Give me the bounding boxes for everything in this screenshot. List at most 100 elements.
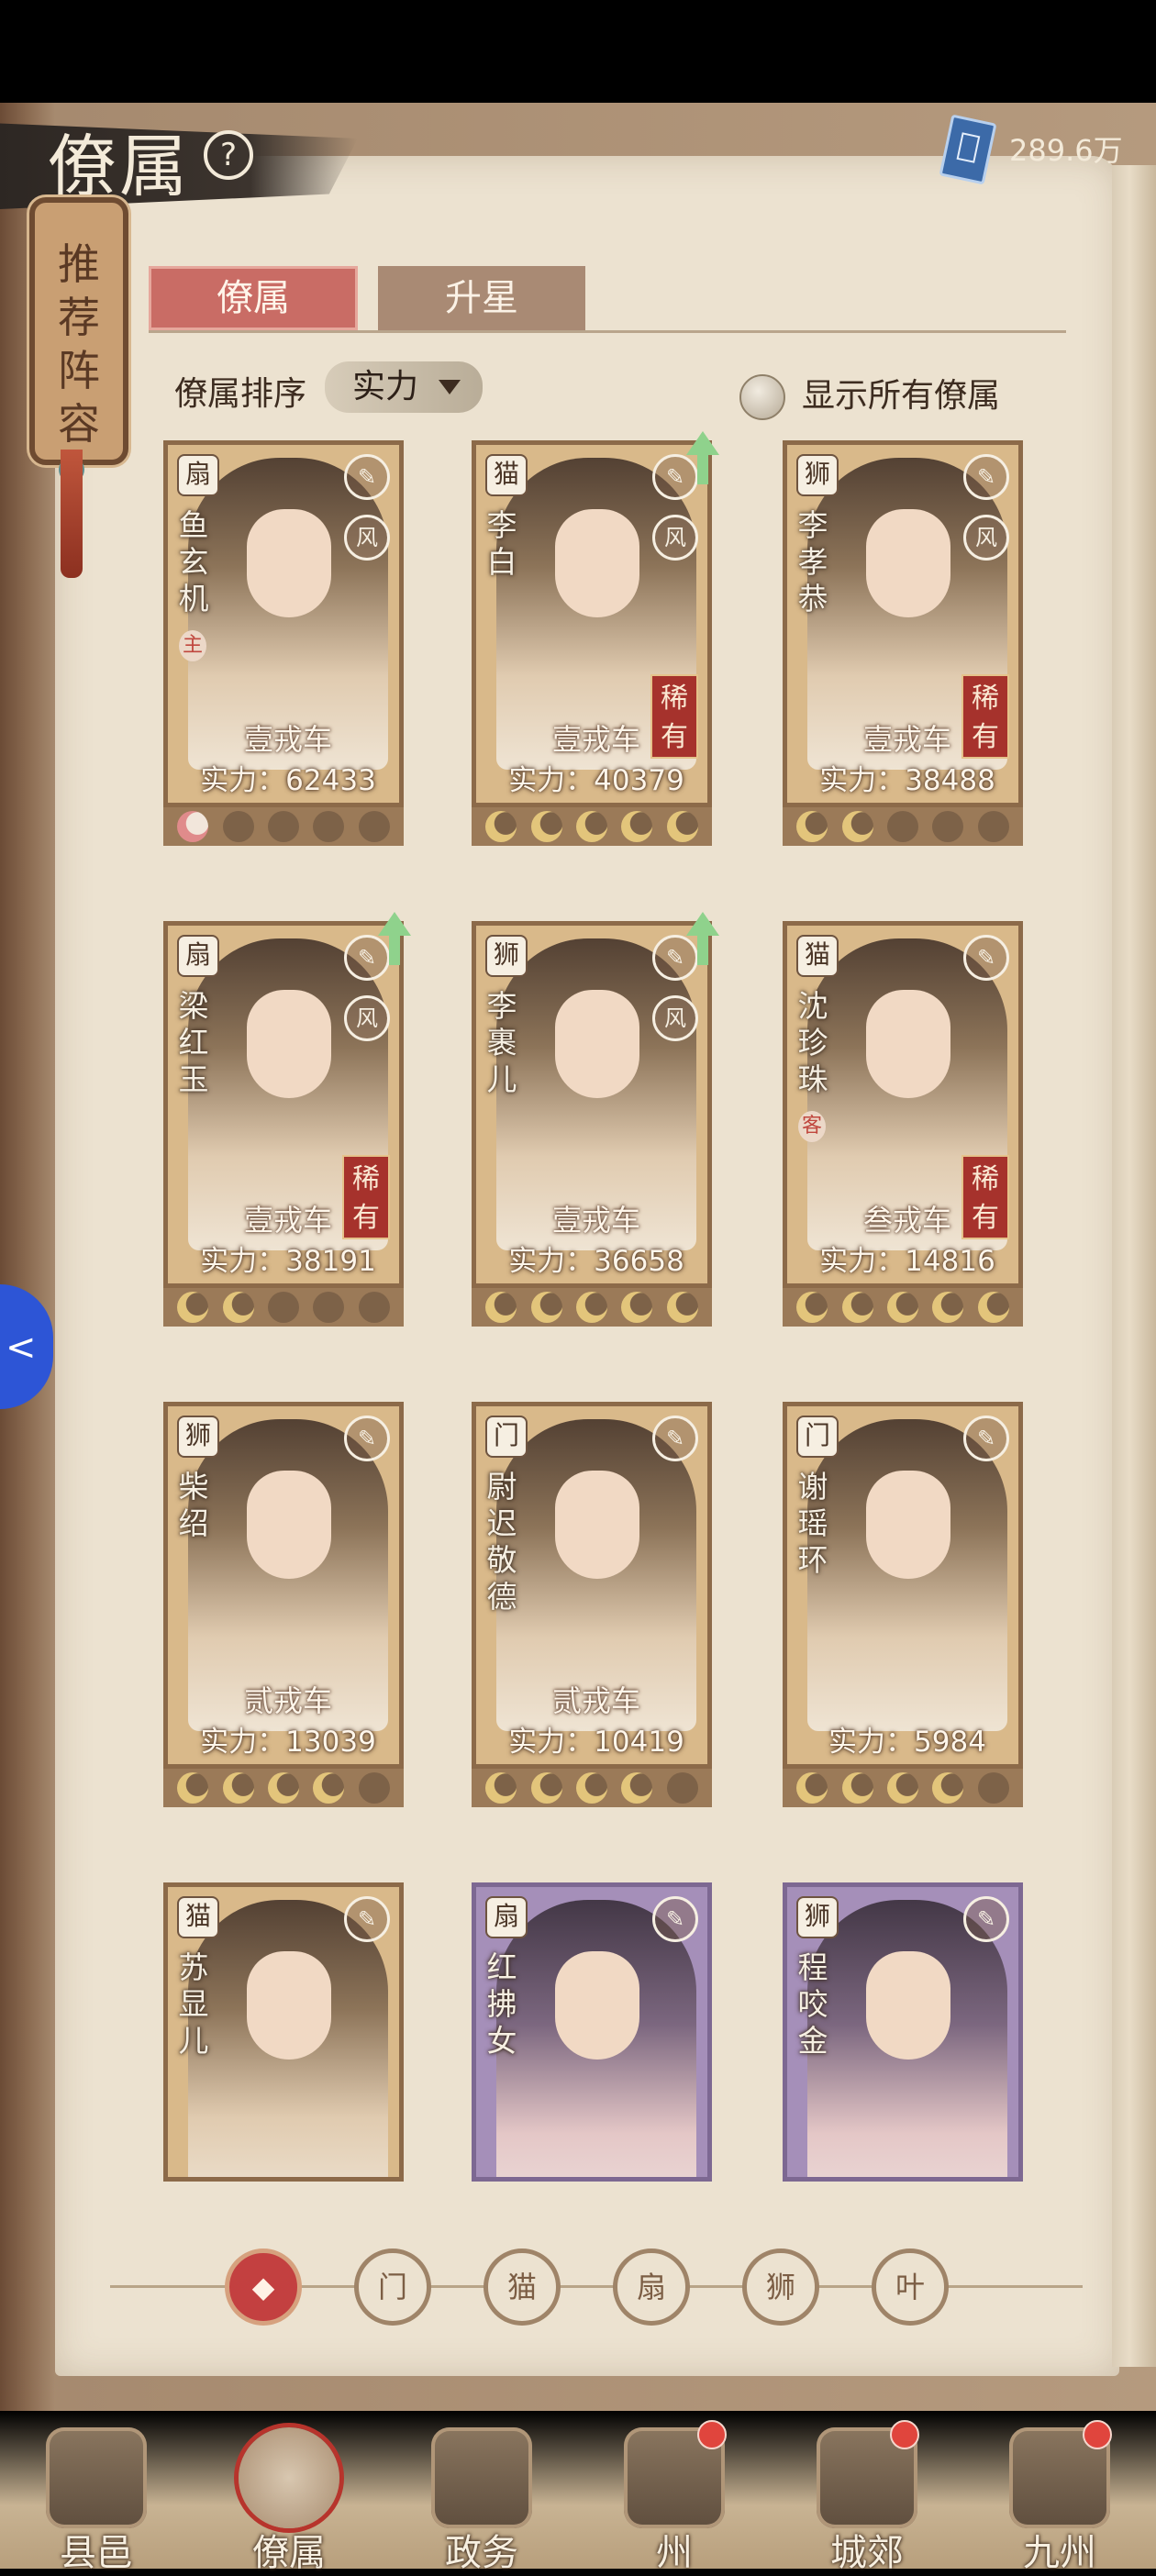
- nav-item[interactable]: 城郊: [789, 2418, 945, 2574]
- star-lit-icon: [575, 1772, 607, 1804]
- card-power: 实力：36658: [508, 1245, 684, 1278]
- star-lit-icon: [575, 1292, 607, 1323]
- leaf-filter[interactable]: 叶: [872, 2248, 949, 2326]
- recommended-lineup-banner[interactable]: 推荐阵容: [29, 197, 128, 465]
- card-power: 实力：14816: [819, 1245, 995, 1278]
- star-lit-icon: [841, 1292, 873, 1323]
- wind-element-icon: 风: [344, 515, 390, 561]
- star-lit-icon: [222, 1292, 254, 1323]
- star-lit-icon: [932, 1292, 964, 1323]
- nav-item[interactable]: 僚属: [211, 2418, 367, 2574]
- wind-element-icon: 风: [652, 995, 698, 1041]
- upgrade-arrow-icon: [378, 912, 411, 965]
- card-name: 鱼玄机: [178, 507, 209, 616]
- card-frame: 扇 ✎ 红拂女: [472, 1882, 712, 2182]
- weapon-icon: ✎: [963, 1416, 1009, 1461]
- wind-element-icon: 风: [344, 995, 390, 1041]
- nav-item[interactable]: 州: [596, 2418, 752, 2574]
- tab-officials[interactable]: 僚属: [149, 266, 358, 330]
- lion-icon: 狮: [796, 1896, 839, 1938]
- star-lit-icon: [485, 1292, 517, 1323]
- star-empty-icon: [358, 1772, 390, 1804]
- fan-icon: 扇: [177, 454, 219, 496]
- sort-label: 僚属排序: [174, 375, 307, 413]
- character-face: [247, 1951, 331, 2060]
- gate-filter[interactable]: 门: [354, 2248, 431, 2326]
- cat-filter[interactable]: 猫: [484, 2248, 561, 2326]
- card-name: 苏显儿: [178, 1949, 209, 2059]
- official-card[interactable]: 狮 ✎ 李孝恭风稀有 壹戎车 实力：38488: [783, 440, 1023, 846]
- card-frame: 门 ✎ 尉迟敬德 贰戎车 实力：10419: [472, 1402, 712, 1769]
- official-card[interactable]: 狮 ✎ 程咬金: [783, 1882, 1023, 2182]
- lion-icon: 狮: [177, 1416, 219, 1458]
- star-empty-icon: [313, 811, 345, 842]
- nav-item[interactable]: 县邑: [18, 2418, 174, 2574]
- card-level: 壹戎车: [243, 1203, 332, 1238]
- nav-label: 城郊: [830, 2532, 904, 2574]
- help-icon[interactable]: ?: [204, 130, 253, 180]
- official-card[interactable]: 猫 ✎ 沈珍珠客稀有 叁戎车 实力：14816: [783, 921, 1023, 1327]
- official-card[interactable]: 狮 ✎ 柴绍 贰戎车 实力：13039: [163, 1402, 404, 1807]
- notification-dot: [697, 2420, 727, 2449]
- star-empty-icon: [358, 1292, 390, 1323]
- nav-item[interactable]: 政务: [404, 2418, 560, 2574]
- nav-icon: [239, 2427, 339, 2528]
- weapon-icon: ✎: [344, 1896, 390, 1942]
- character-face: [555, 1471, 639, 1579]
- star-empty-icon: [932, 811, 964, 842]
- card-name: 李白: [486, 507, 517, 580]
- page-title: 僚属: [48, 128, 191, 206]
- star-lit-icon: [932, 1772, 964, 1804]
- card-power: 实力：38488: [819, 764, 995, 797]
- nav-item[interactable]: 九州: [982, 2418, 1138, 2574]
- card-frame: 猫 ✎ 沈珍珠客稀有 叁戎车 实力：14816: [783, 921, 1023, 1288]
- book-currency-icon: [939, 114, 997, 185]
- card-level: 贰戎车: [551, 1683, 640, 1718]
- star-lit-icon: [575, 811, 607, 842]
- official-card[interactable]: 门 ✎ 尉迟敬德 贰戎车 实力：10419: [472, 1402, 712, 1807]
- card-name: 梁红玉: [178, 988, 209, 1097]
- card-name: 红拂女: [486, 1949, 517, 2059]
- star-empty-icon: [886, 811, 918, 842]
- official-card[interactable]: 猫 ✎ 李白风稀有 壹戎车 实力：40379: [472, 431, 719, 846]
- star-lit-icon: [841, 811, 873, 842]
- card-power: 实力：38191: [200, 1245, 376, 1278]
- star-lit-icon: [177, 1292, 209, 1323]
- card-power: 实力：62433: [200, 764, 376, 797]
- star-lit-icon: [886, 1772, 918, 1804]
- card-frame: 猫 ✎ 李白风稀有 壹戎车 实力：40379: [472, 440, 712, 807]
- official-card[interactable]: 猫 ✎ 苏显儿: [163, 1882, 404, 2182]
- character-face: [866, 1471, 950, 1579]
- cat-icon: 猫: [796, 935, 839, 977]
- card-level: 叁戎车: [862, 1203, 951, 1238]
- card-power: 实力：13039: [200, 1726, 376, 1759]
- tab-star-up[interactable]: 升星: [378, 266, 585, 330]
- character-face: [247, 509, 331, 617]
- all-filter[interactable]: ◆: [225, 2248, 302, 2326]
- sort-dropdown[interactable]: 实力: [325, 361, 483, 413]
- cat-icon: 猫: [177, 1896, 219, 1938]
- fan-filter[interactable]: 扇: [613, 2248, 690, 2326]
- weapon-icon: ✎: [963, 454, 1009, 500]
- official-card[interactable]: 狮 ✎ 李裹儿 风壹戎车 实力：36658: [472, 912, 719, 1327]
- card-tag: 主: [179, 630, 206, 661]
- character-face: [555, 509, 639, 617]
- star-lit-icon: [313, 1772, 345, 1804]
- currency-value: 289.6万: [1009, 133, 1123, 168]
- star-lit-icon: [886, 1292, 918, 1323]
- star-lit-icon: [267, 1772, 299, 1804]
- official-card[interactable]: 门 ✎ 谢瑶环 实力：5984: [783, 1402, 1023, 1807]
- official-card[interactable]: 扇 ✎ 红拂女: [472, 1882, 712, 2182]
- nav-label: 僚属: [252, 2532, 326, 2574]
- star-row: [472, 807, 712, 846]
- official-card[interactable]: 扇 ✎ 梁红玉风稀有 壹戎车 实力：38191: [163, 912, 411, 1327]
- gate-icon: 门: [485, 1416, 528, 1458]
- card-frame: 狮 ✎ 李孝恭风稀有 壹戎车 实力：38488: [783, 440, 1023, 807]
- official-card[interactable]: 扇 ✎ 鱼玄机 风主壹戎车 实力：62433: [163, 440, 404, 846]
- lion-filter[interactable]: 狮: [742, 2248, 819, 2326]
- card-level: 壹戎车: [551, 722, 640, 757]
- weapon-icon: ✎: [652, 454, 698, 500]
- star-lit-icon: [796, 811, 828, 842]
- star-lit-icon: [530, 1292, 562, 1323]
- show-all-toggle[interactable]: [739, 374, 785, 420]
